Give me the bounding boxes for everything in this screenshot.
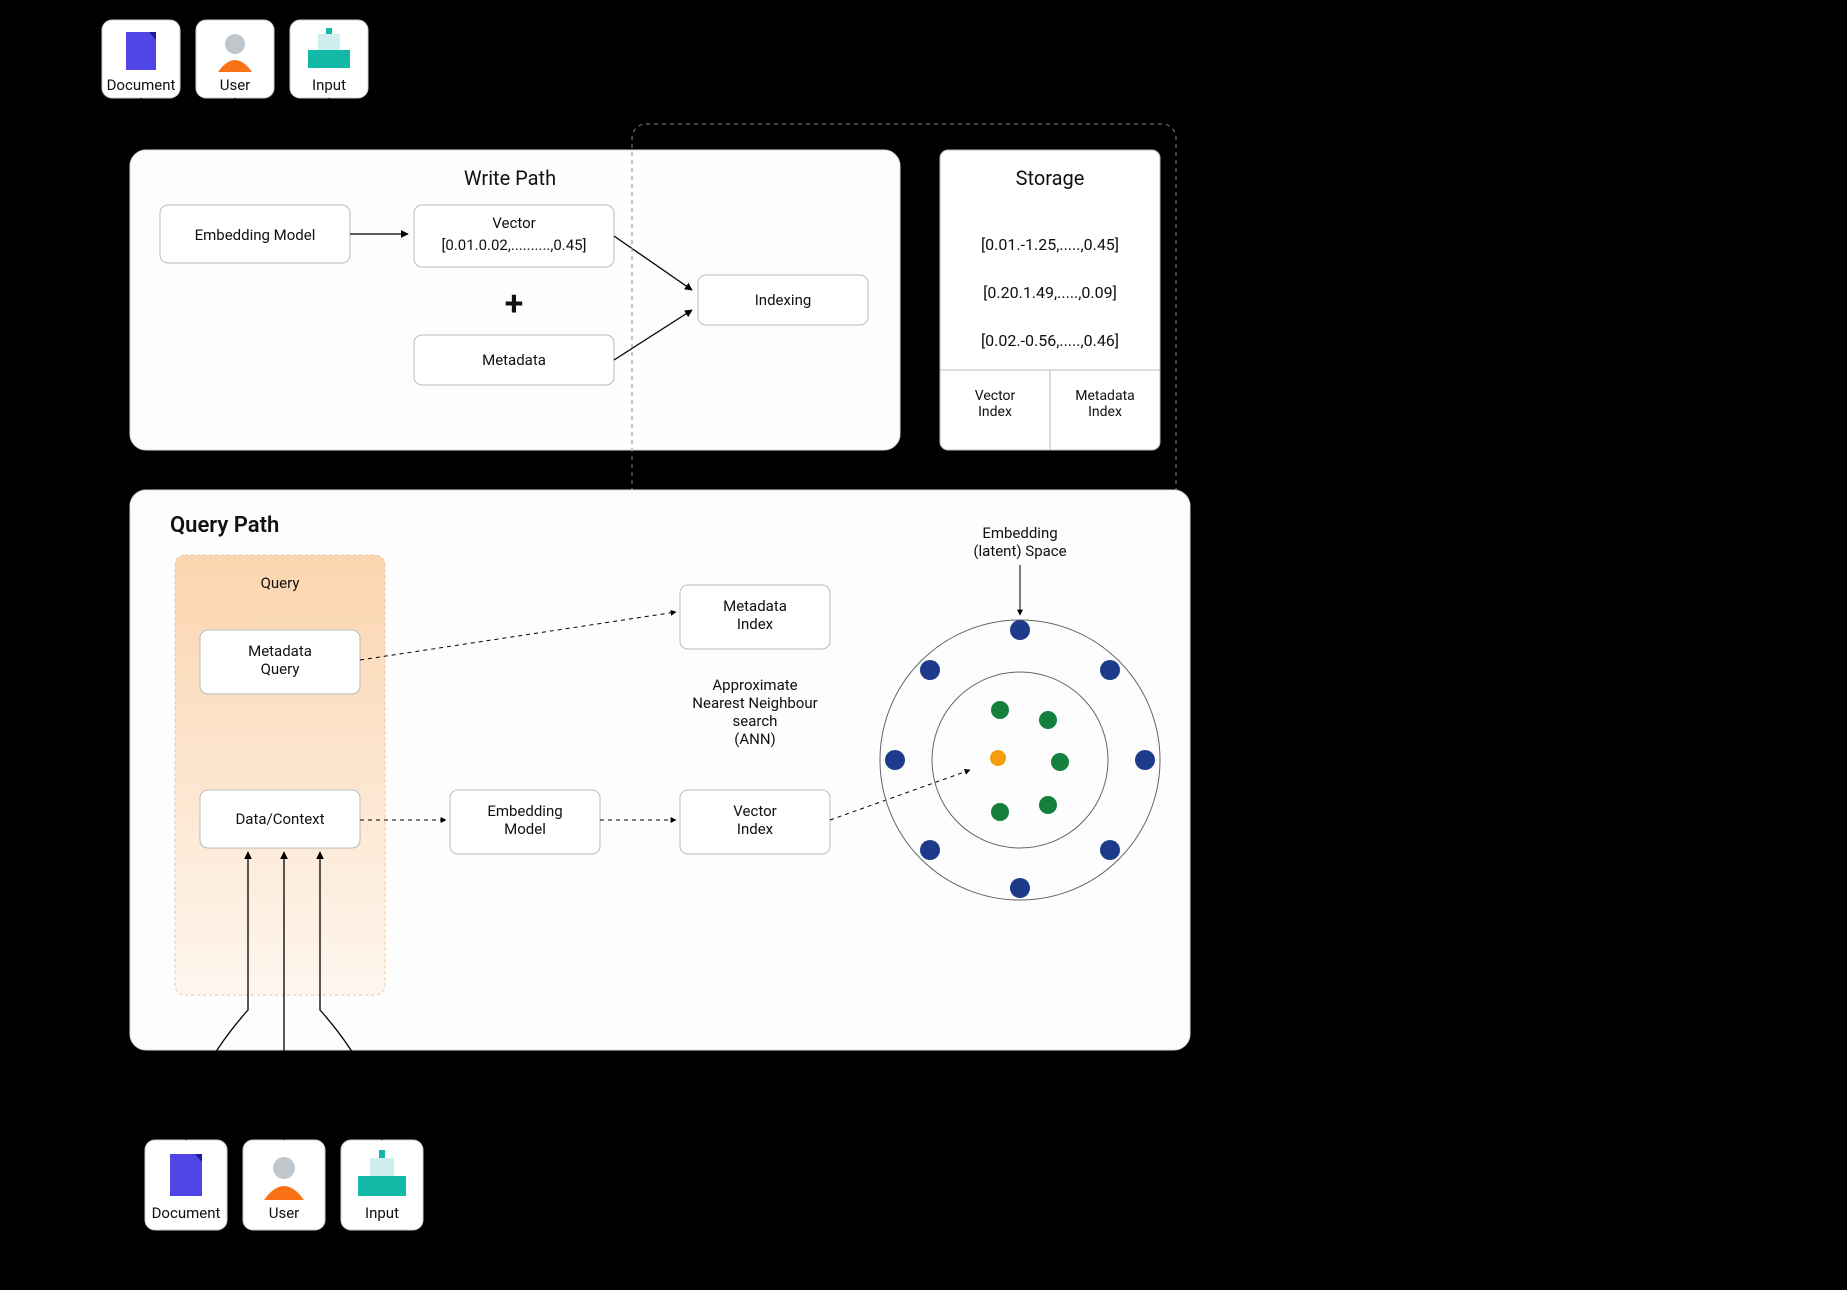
embedding-model-label: Embedding Model — [195, 226, 316, 244]
input-cards-bottom: Document User Input — [145, 1140, 423, 1230]
indexing-label: Indexing — [755, 291, 812, 309]
diagram-root: Document User Input Write Path Embedding… — [0, 0, 1847, 1290]
plus-icon: + — [505, 284, 524, 324]
vector-index-label: VectorIndex — [733, 802, 776, 838]
input-label: Input — [312, 76, 346, 94]
vector-label: Vector — [492, 214, 535, 232]
storage-row-1: [0.20.1.49,.....,0.09] — [983, 283, 1117, 302]
query-subpanel-title: Query — [261, 574, 300, 592]
document-icon — [170, 1154, 202, 1196]
storage-panel: Storage [0.01.-1.25,.....,0.45] [0.20.1.… — [940, 150, 1160, 450]
user-label: User — [220, 76, 251, 94]
document-label-bottom: Document — [152, 1204, 221, 1222]
query-path-title: Query Path — [170, 513, 279, 538]
query-subpanel — [175, 555, 385, 995]
storage-row-0: [0.01.-1.25,.....,0.45] — [981, 235, 1119, 254]
query-point-icon — [990, 750, 1006, 766]
document-label: Document — [107, 76, 176, 94]
input-cards-top: Document User Input — [102, 20, 368, 98]
vector-value: [0.01.0.02,..........,0.45] — [441, 236, 586, 254]
document-icon — [126, 32, 156, 70]
user-label-bottom: User — [269, 1204, 300, 1222]
storage-row-2: [0.02.-0.56,.....,0.46] — [981, 331, 1119, 350]
input-label-bottom: Input — [365, 1204, 399, 1222]
storage-title: Storage — [1016, 166, 1085, 190]
storage-vector-index: VectorIndex — [975, 388, 1016, 420]
embedding-space-label: Embedding(latent) Space — [973, 524, 1066, 560]
data-context-label: Data/Context — [235, 810, 324, 828]
metadata-label: Metadata — [482, 351, 546, 369]
write-path-title: Write Path — [464, 166, 556, 190]
